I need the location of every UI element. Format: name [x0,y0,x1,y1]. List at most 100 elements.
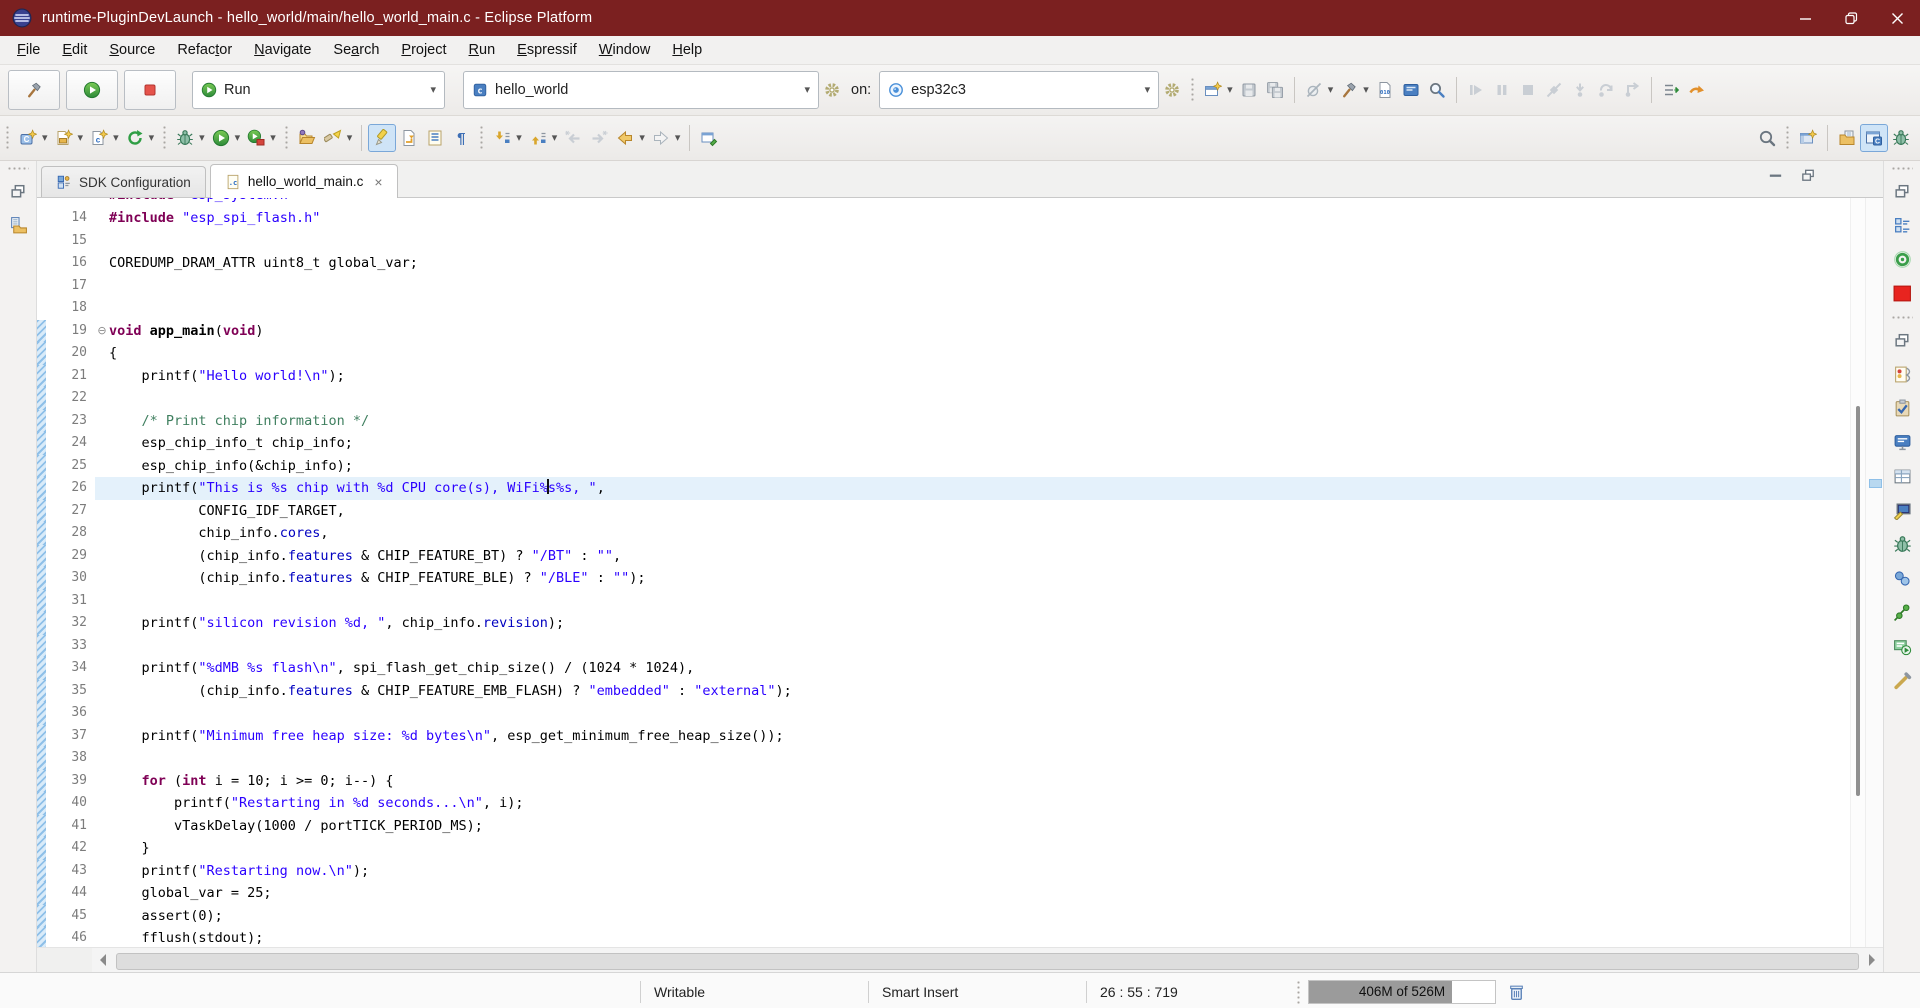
minimize-editor-button[interactable] [1767,167,1784,189]
chevron-down-icon[interactable]: ▾ [552,133,558,144]
code-line[interactable]: 25 esp_chip_info(&chip_info); [37,455,1850,478]
new-c-project-button[interactable] [15,125,41,151]
open-project-button[interactable] [294,125,320,151]
code-line[interactable]: 45 assert(0); [37,905,1850,928]
forward-button[interactable] [648,125,674,151]
code-line[interactable]: 26 printf("This is %s chip with %d CPU c… [37,477,1850,500]
save-button[interactable] [1236,77,1262,103]
show-whitespace-button[interactable]: ¶ [448,125,474,151]
back-button[interactable] [612,125,638,151]
code-editor[interactable]: #include "esp_system.h"14#include "esp_s… [37,198,1883,947]
coverage-button[interactable] [243,125,269,151]
chevron-down-icon[interactable]: ▾ [1363,85,1369,96]
window-close-button[interactable] [1874,0,1920,36]
memory-view-button[interactable] [1888,496,1916,524]
new-wizard-button[interactable] [1200,77,1226,103]
toggle-mark-occurrences-button[interactable] [368,124,396,152]
chevron-down-icon[interactable]: ▾ [1145,85,1151,96]
drag-handle[interactable] [1891,166,1913,171]
problems-view-button[interactable] [1888,360,1916,388]
instruction-stepping-button[interactable] [1658,77,1684,103]
target-settings-button[interactable] [1159,77,1185,103]
chevron-down-icon[interactable]: ▾ [1227,85,1233,96]
step-over-button[interactable] [1593,77,1619,103]
progress-view-button[interactable] [1888,632,1916,660]
chevron-down-icon[interactable]: ▾ [235,133,241,144]
chevron-down-icon[interactable]: ▾ [113,133,119,144]
chevron-down-icon[interactable]: ▾ [1328,85,1334,96]
editor-horizontal-scrollbar[interactable] [37,947,1883,972]
horizontal-scrollbar-thumb[interactable] [116,953,1859,970]
code-line[interactable]: 38 [37,747,1850,770]
skip-all-breakpoints-button[interactable] [1301,77,1327,103]
code-line[interactable]: 19⊖void app_main(void) [37,320,1850,343]
scroll-right-arrow[interactable] [1869,954,1875,966]
menu-navigate[interactable]: Navigate [243,42,322,58]
resource-perspective-button[interactable] [1834,125,1860,151]
search-marker-button[interactable] [320,125,346,151]
code-line[interactable]: 32 printf("silicon revision %d, ", chip_… [37,612,1850,635]
code-line[interactable]: 43 printf("Restarting now.\n"); [37,860,1850,883]
link-with-editor-button[interactable] [396,125,422,151]
fold-collapse-icon[interactable]: ⊖ [95,320,109,343]
resume-button[interactable] [1463,77,1489,103]
build-all-button[interactable] [1336,77,1362,103]
show-outline-button[interactable] [422,125,448,151]
next-annotation-button[interactable] [489,125,515,151]
code-lines[interactable]: #include "esp_system.h"14#include "esp_s… [37,198,1850,947]
code-line[interactable]: 15 [37,230,1850,253]
menu-window[interactable]: Window [588,42,662,58]
chevron-down-icon[interactable]: ▾ [42,133,48,144]
new-file-button[interactable] [51,125,77,151]
tasks-view-button[interactable] [1888,394,1916,422]
launch-mode-combo[interactable]: Run ▾ [192,71,445,109]
menu-file[interactable]: File [6,42,51,58]
menu-source[interactable]: Source [98,42,166,58]
code-line[interactable]: 22 [37,387,1850,410]
code-line[interactable]: 14#include "esp_spi_flash.h" [37,207,1850,230]
quick-access-search-button[interactable] [1754,125,1780,151]
debug-button[interactable] [172,125,198,151]
menu-search[interactable]: Search [322,42,390,58]
code-line[interactable]: 36 [37,702,1850,725]
launch-config-settings-button[interactable] [819,77,845,103]
code-line[interactable]: 24 esp_chip_info_t chip_info; [37,432,1850,455]
run-button[interactable] [208,125,234,151]
menu-run[interactable]: Run [458,42,507,58]
breakpoints-view-button[interactable] [1888,564,1916,592]
drag-handle[interactable] [7,166,29,171]
menu-refactor[interactable]: Refactor [166,42,243,58]
launch-button[interactable] [66,70,118,110]
peripherals-view-button[interactable] [1888,666,1916,694]
chevron-down-icon[interactable]: ▾ [516,133,522,144]
code-line[interactable]: 41 vTaskDelay(1000 / portTICK_PERIOD_MS)… [37,815,1850,838]
code-line[interactable]: 40 printf("Restarting in %d seconds...\n… [37,792,1850,815]
code-line[interactable]: 21 printf("Hello world!\n"); [37,365,1850,388]
code-line[interactable]: 23 /* Print chip information */ [37,410,1850,433]
code-line[interactable]: 42 } [37,837,1850,860]
chevron-down-icon[interactable]: ▾ [675,133,681,144]
code-line[interactable]: 31 [37,590,1850,613]
chevron-down-icon[interactable]: ▾ [270,133,276,144]
restore-view-button[interactable] [1888,177,1916,205]
project-explorer-minimized-button[interactable] [4,211,32,239]
menu-edit[interactable]: Edit [51,42,98,58]
code-line[interactable]: 17 [37,275,1850,298]
code-line[interactable]: #include "esp_system.h" [37,198,1850,207]
step-into-button[interactable] [1567,77,1593,103]
terminate-button[interactable] [1515,77,1541,103]
heap-status-view-button[interactable] [1888,245,1916,273]
pin-editor-button[interactable] [696,125,722,151]
restore-view-button[interactable] [4,177,32,205]
scroll-left-arrow[interactable] [100,954,106,966]
binary-file-button[interactable] [1372,77,1398,103]
menu-espressif[interactable]: Espressif [506,42,588,58]
properties-view-button[interactable] [1888,462,1916,490]
code-line[interactable]: 28 chip_info.cores, [37,522,1850,545]
code-line[interactable]: 35 (chip_info.features & CHIP_FEATURE_EM… [37,680,1850,703]
run-garbage-collector-button[interactable] [1502,979,1530,1005]
previous-annotation-button[interactable] [525,125,551,151]
save-all-button[interactable] [1262,77,1288,103]
next-edit-location-button[interactable] [586,125,612,151]
chevron-down-icon[interactable]: ▾ [804,85,810,96]
